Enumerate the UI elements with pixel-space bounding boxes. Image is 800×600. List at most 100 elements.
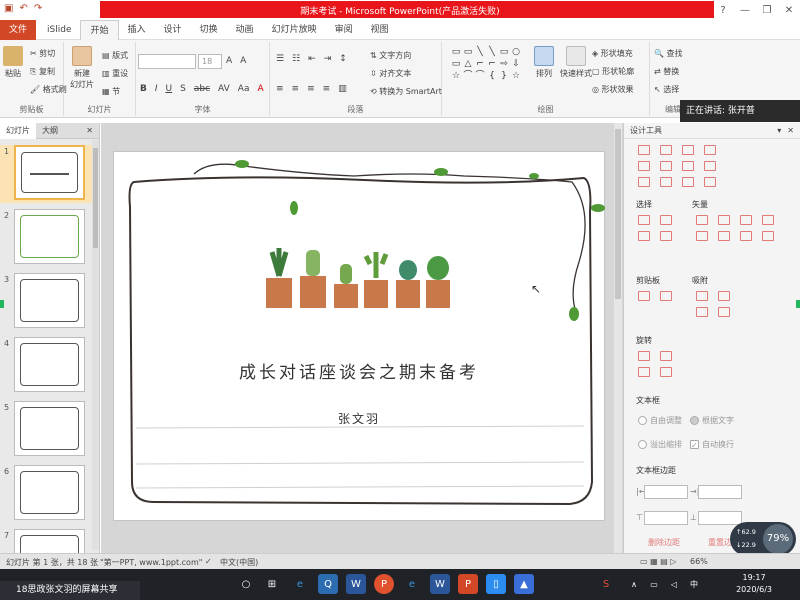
- numbering-icon[interactable]: ☷: [292, 54, 300, 64]
- pane-menu-icon[interactable]: ▾: [777, 126, 781, 135]
- grow-font-icon[interactable]: A: [226, 56, 232, 66]
- slide-thumbnail[interactable]: 7: [0, 529, 92, 553]
- case-icon[interactable]: Aa: [238, 84, 250, 94]
- smartart-button[interactable]: ⟲ 转换为 SmartArt: [370, 86, 442, 97]
- vector-tools[interactable]: [696, 215, 774, 241]
- help-icon[interactable]: ?: [712, 0, 734, 20]
- slide-title[interactable]: 成长对话座谈会之期末备考: [114, 358, 604, 383]
- shadow-icon[interactable]: S: [180, 84, 186, 94]
- autosize-option[interactable]: 自由调整: [638, 415, 682, 426]
- shape-fill-button[interactable]: ◈ 形状填充: [592, 48, 633, 59]
- section-button[interactable]: ▦ 节: [102, 86, 120, 97]
- right-margin-input[interactable]: [698, 485, 742, 499]
- slide-thumbnail[interactable]: 3: [0, 273, 92, 331]
- view-buttons[interactable]: ▭ ▦ ▤ ▷: [640, 557, 676, 566]
- tab-home[interactable]: 开始: [80, 19, 119, 40]
- indent-icon[interactable]: ⇥: [324, 54, 332, 64]
- bold-icon[interactable]: B: [140, 84, 147, 94]
- arrange-button[interactable]: 排列: [534, 46, 554, 79]
- spacing-icon[interactable]: AV: [218, 84, 230, 94]
- close-icon[interactable]: ✕: [80, 126, 99, 135]
- text-direction-button[interactable]: ⇅ 文字方向: [370, 50, 411, 61]
- slide-thumbnail[interactable]: 5: [0, 401, 92, 459]
- restore-icon[interactable]: ❐: [756, 0, 778, 20]
- shape-effect-button[interactable]: ◎ 形状效果: [592, 84, 634, 95]
- meeting-icon[interactable]: ▲: [514, 574, 534, 594]
- ime-icon[interactable]: 中: [684, 574, 704, 594]
- powerpoint-icon[interactable]: P: [374, 574, 394, 594]
- fit-text-option[interactable]: 根据文字: [690, 415, 734, 426]
- select-tools[interactable]: [638, 215, 672, 241]
- top-margin-input[interactable]: [644, 511, 688, 525]
- tab-slideshow[interactable]: 幻灯片放映: [263, 20, 326, 40]
- search-icon[interactable]: ○: [236, 574, 256, 594]
- align-right-icon[interactable]: ≡: [307, 84, 315, 94]
- layout-button[interactable]: ▤ 版式: [102, 50, 128, 61]
- tab-islide[interactable]: iSlide: [38, 20, 80, 40]
- overflow-option[interactable]: 溢出缩排: [638, 439, 682, 450]
- slide-canvas[interactable]: 成长对话座谈会之期末备考 张文羽 ↖: [113, 151, 605, 521]
- tab-animations[interactable]: 动画: [227, 20, 263, 40]
- slide-author[interactable]: 张文羽: [114, 410, 604, 427]
- ie-icon[interactable]: e: [402, 574, 422, 594]
- explorer-icon[interactable]: Q: [318, 574, 338, 594]
- align-tools[interactable]: [638, 145, 716, 187]
- tab-file[interactable]: 文件: [0, 19, 37, 40]
- shrink-font-icon[interactable]: A: [240, 56, 246, 66]
- replace-button[interactable]: ⇄ 替换: [654, 66, 679, 77]
- edge-icon[interactable]: e: [290, 574, 310, 594]
- outdent-icon[interactable]: ⇤: [308, 54, 316, 64]
- strike-icon[interactable]: abc: [194, 84, 210, 94]
- minimize-icon[interactable]: —: [734, 0, 756, 20]
- wps-icon[interactable]: S: [596, 574, 616, 594]
- align-left-icon[interactable]: ≡: [276, 84, 284, 94]
- slide-thumbnail[interactable]: 6: [0, 465, 92, 523]
- close-icon[interactable]: ✕: [787, 126, 794, 135]
- italic-icon[interactable]: I: [155, 84, 158, 94]
- tab-slides[interactable]: 幻灯片: [0, 122, 36, 139]
- columns-icon[interactable]: ▥: [338, 84, 347, 94]
- tab-transitions[interactable]: 切换: [191, 20, 227, 40]
- scroll-thumb[interactable]: [615, 129, 621, 299]
- reset-button[interactable]: ▥ 重设: [102, 68, 128, 79]
- app-icon[interactable]: ▯: [486, 574, 506, 594]
- canvas-scrollbar[interactable]: [614, 123, 622, 553]
- tab-design[interactable]: 设计: [155, 20, 191, 40]
- clipboard-tools[interactable]: [638, 291, 672, 301]
- rotate-tools[interactable]: [638, 351, 672, 377]
- align-text-button[interactable]: ⇳ 对齐文本: [370, 68, 411, 79]
- select-button[interactable]: ↖ 选择: [654, 84, 679, 95]
- network-icon[interactable]: ▭: [644, 574, 664, 594]
- shape-outline-button[interactable]: ▢ 形状轮廓: [592, 66, 634, 77]
- bottom-margin-input[interactable]: [698, 511, 742, 525]
- tab-view[interactable]: 视图: [362, 20, 398, 40]
- font-name-box[interactable]: [138, 54, 196, 69]
- close-icon[interactable]: ✕: [778, 0, 800, 20]
- cut-button[interactable]: ✂ 剪切: [30, 48, 55, 59]
- word-icon[interactable]: W: [346, 574, 366, 594]
- wrap-checkbox[interactable]: ✓ 自动换行: [690, 439, 734, 450]
- align-center-icon[interactable]: ≡: [292, 84, 300, 94]
- copy-button[interactable]: ⎘ 复制: [30, 66, 55, 77]
- left-margin-input[interactable]: [644, 485, 688, 499]
- shapes-gallery[interactable]: ▭ ▭ ╲ ╲ ▭ ○ ▭ △ ⌐ ⌐ ⇨ ⇩ ☆ ⌒ ⌒{} ☆: [450, 46, 522, 94]
- underline-icon[interactable]: U: [166, 84, 173, 94]
- delete-margin-button[interactable]: 删除边距: [648, 537, 680, 548]
- find-button[interactable]: 🔍 查找: [654, 48, 683, 59]
- new-slide-button[interactable]: 新建 幻灯片: [70, 46, 94, 90]
- quick-styles-button[interactable]: 快速样式: [560, 46, 592, 79]
- font-color-icon[interactable]: A: [257, 84, 263, 94]
- tray-expand-icon[interactable]: ∧: [624, 574, 644, 594]
- task-view-icon[interactable]: ⊞: [262, 574, 282, 594]
- spellcheck-icon[interactable]: ✓: [205, 557, 212, 566]
- slide-thumbnail[interactable]: 1: [0, 145, 92, 203]
- slide-thumbnail[interactable]: 4: [0, 337, 92, 395]
- snap-tools[interactable]: [696, 291, 730, 317]
- bullets-icon[interactable]: ☰: [276, 54, 284, 64]
- tab-insert[interactable]: 插入: [119, 20, 155, 40]
- slides-scrollbar[interactable]: [92, 140, 99, 550]
- line-spacing-icon[interactable]: ↕: [339, 54, 347, 64]
- paste-button[interactable]: 粘贴: [3, 46, 23, 79]
- font-size-box[interactable]: 18: [198, 54, 222, 69]
- tab-review[interactable]: 审阅: [326, 20, 362, 40]
